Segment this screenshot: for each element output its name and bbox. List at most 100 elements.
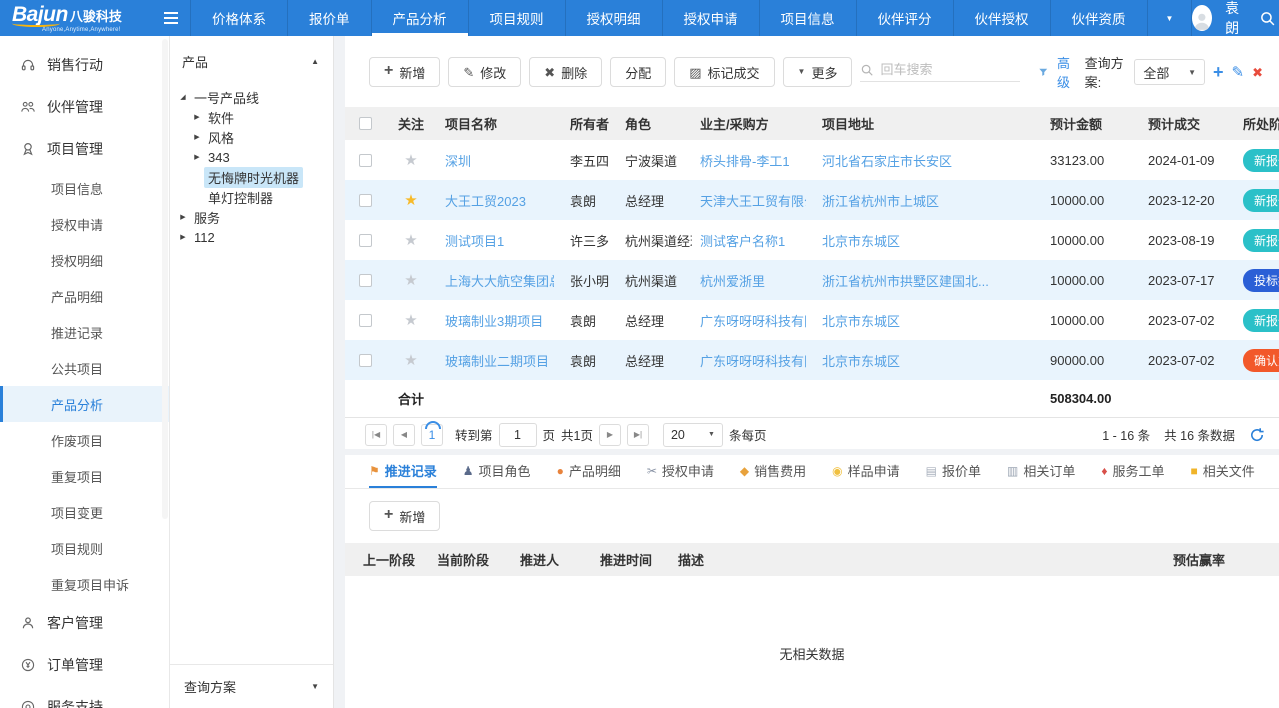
sidebar-group[interactable]: 销售行动 xyxy=(0,44,169,86)
tree-caret-icon[interactable]: ▶ xyxy=(176,213,190,221)
buyer-link[interactable]: 天津大王工贸有限公司 xyxy=(700,191,806,210)
tab-project-roles[interactable]: ♟项目角色 xyxy=(463,455,531,488)
sidebar-group[interactable]: 客户管理 xyxy=(0,602,169,644)
next-page-button[interactable]: ▶ xyxy=(599,424,621,446)
row-checkbox[interactable] xyxy=(359,194,372,207)
top-nav-item[interactable]: 授权明细 xyxy=(565,0,662,36)
project-name-link[interactable]: 玻璃制业二期项目 xyxy=(445,351,554,370)
column-header[interactable]: 所有者 xyxy=(562,114,617,133)
address-link[interactable]: 浙江省杭州市拱墅区建国北... xyxy=(822,271,1034,290)
prev-page-button[interactable]: ◀ xyxy=(393,424,415,446)
top-nav-item[interactable]: 伙伴资质 xyxy=(1050,0,1147,36)
tab-sales-expenses[interactable]: ◆销售费用 xyxy=(740,455,806,488)
tab-authorization-requests[interactable]: ✂授权申请 xyxy=(647,455,714,488)
buyer-link[interactable]: 广东呀呀呀科技有限... xyxy=(700,311,806,330)
sidebar-item[interactable]: 重复项目 xyxy=(0,458,169,494)
menu-toggle-icon[interactable] xyxy=(152,0,190,36)
top-nav-item[interactable]: 项目规则 xyxy=(468,0,565,36)
top-nav-item[interactable]: 伙伴授权 xyxy=(953,0,1050,36)
goto-page-input[interactable] xyxy=(499,423,537,447)
tree-caret-icon[interactable]: ▶ xyxy=(190,113,204,121)
user-avatar[interactable] xyxy=(1192,5,1212,31)
tab-quotations[interactable]: ▤报价单 xyxy=(926,455,981,488)
favorite-star-icon[interactable]: ★ xyxy=(404,233,417,248)
query-plan-footer[interactable]: 查询方案 ▼ xyxy=(170,664,333,708)
tab-progress-records[interactable]: ⚑推进记录 xyxy=(369,455,437,488)
top-nav-item[interactable]: 价格体系 xyxy=(190,0,287,36)
sidebar-item[interactable]: 作废项目 xyxy=(0,422,169,458)
tree-node[interactable]: ◢一号产品线 xyxy=(176,87,329,107)
sidebar-group[interactable]: 伙伴管理 xyxy=(0,86,169,128)
detail-add-button[interactable]: + 新增 xyxy=(369,501,440,531)
sidebar-item[interactable]: 公共项目 xyxy=(0,350,169,386)
assign-button[interactable]: 分配 xyxy=(610,57,666,87)
edit-plan-icon[interactable]: ✎ xyxy=(1232,65,1245,80)
current-page-button[interactable]: 1 xyxy=(421,424,443,446)
address-link[interactable]: 浙江省杭州市上城区 xyxy=(822,191,1034,210)
app-logo[interactable]: Bajun 八骏科技 Anyone,Anytime,Anywhere! xyxy=(0,0,152,36)
tree-caret-icon[interactable]: ▶ xyxy=(190,153,204,161)
sidebar-group[interactable]: 项目管理 xyxy=(0,128,169,170)
sidebar-item[interactable]: 重复项目申诉 xyxy=(0,566,169,602)
tree-node[interactable]: ▶风格 xyxy=(176,127,329,147)
row-checkbox[interactable] xyxy=(359,154,372,167)
table-row[interactable]: ★玻璃制业二期项目袁朗总经理广东呀呀呀科技有限...北京市东城区90000.00… xyxy=(345,340,1279,380)
last-page-button[interactable]: ▶| xyxy=(627,424,649,446)
add-button[interactable]: +新增 xyxy=(369,57,440,87)
tree-node[interactable]: ▶343 xyxy=(176,147,329,167)
table-row[interactable]: ★玻璃制业3期项目袁朗总经理广东呀呀呀科技有限...北京市东城区10000.00… xyxy=(345,300,1279,340)
tab-service-tickets[interactable]: ♦服务工单 xyxy=(1101,455,1164,488)
filter-funnel-icon[interactable] xyxy=(1038,65,1049,79)
nav-more-dropdown-icon[interactable]: ▼ xyxy=(1147,0,1193,36)
top-nav-item[interactable]: 授权申请 xyxy=(662,0,759,36)
row-checkbox[interactable] xyxy=(359,354,372,367)
buyer-link[interactable]: 广东呀呀呀科技有限... xyxy=(700,351,806,370)
row-checkbox[interactable] xyxy=(359,314,372,327)
table-row[interactable]: ★深圳李五四宁波渠道桥头排骨-李工1河北省石家庄市长安区33123.002024… xyxy=(345,140,1279,180)
address-link[interactable]: 北京市东城区 xyxy=(822,231,1034,250)
add-plan-icon[interactable]: + xyxy=(1213,63,1224,81)
tree-node[interactable]: ▶112 xyxy=(176,227,329,247)
table-row[interactable]: ★测试项目1许三多杭州渠道经理测试客户名称1北京市东城区10000.002023… xyxy=(345,220,1279,260)
query-plan-select[interactable]: 全部 ▼ xyxy=(1134,59,1205,85)
sidebar-group[interactable]: 服务支持 xyxy=(0,686,169,708)
favorite-star-icon[interactable]: ★ xyxy=(404,153,417,168)
row-checkbox[interactable] xyxy=(359,234,372,247)
sidebar-item[interactable]: 产品明细 xyxy=(0,278,169,314)
delete-plan-icon[interactable]: ✖ xyxy=(1252,66,1263,79)
tree-node[interactable]: ▶软件 xyxy=(176,107,329,127)
edit-button[interactable]: ✎修改 xyxy=(448,57,521,87)
first-page-button[interactable]: |◀ xyxy=(365,424,387,446)
tree-caret-icon[interactable]: ◢ xyxy=(176,93,190,101)
column-header[interactable]: 项目名称 xyxy=(437,114,562,133)
column-header[interactable]: 预计金额 xyxy=(1042,114,1140,133)
search-input[interactable] xyxy=(880,62,1020,77)
sidebar-item[interactable]: 授权明细 xyxy=(0,242,169,278)
top-nav-item[interactable]: 报价单 xyxy=(287,0,371,36)
sidebar-group[interactable]: 订单管理 xyxy=(0,644,169,686)
buyer-link[interactable]: 杭州爱浙里 xyxy=(700,271,806,290)
tree-node[interactable]: ▶服务 xyxy=(176,207,329,227)
column-header[interactable]: 所处阶段 xyxy=(1235,114,1279,133)
advanced-search-link[interactable]: 高级 xyxy=(1057,53,1077,91)
top-nav-item[interactable]: 产品分析 xyxy=(371,0,468,36)
tab-product-details[interactable]: ●产品明细 xyxy=(557,455,621,488)
address-link[interactable]: 北京市东城区 xyxy=(822,351,1034,370)
sidebar-item[interactable]: 产品分析 xyxy=(0,386,169,422)
address-link[interactable]: 北京市东城区 xyxy=(822,311,1034,330)
column-header[interactable]: 角色 xyxy=(617,114,692,133)
favorite-star-icon[interactable]: ★ xyxy=(404,273,417,288)
column-header[interactable]: 关注 xyxy=(385,114,437,133)
column-header[interactable]: 业主/采购方 xyxy=(692,114,814,133)
table-row[interactable]: ★上海大大航空集团总部大楼...张小明杭州渠道杭州爱浙里浙江省杭州市拱墅区建国北… xyxy=(345,260,1279,300)
sidebar-item[interactable]: 项目变更 xyxy=(0,494,169,530)
top-nav-item[interactable]: 伙伴评分 xyxy=(856,0,953,36)
mark-deal-button[interactable]: ▨标记成交 xyxy=(674,57,774,87)
top-nav-item[interactable]: 项目信息 xyxy=(759,0,856,36)
column-header[interactable]: 预计成交 xyxy=(1140,114,1235,133)
project-name-link[interactable]: 测试项目1 xyxy=(445,231,554,250)
tree-caret-icon[interactable]: ▶ xyxy=(190,133,204,141)
row-checkbox[interactable] xyxy=(359,274,372,287)
select-all-checkbox[interactable] xyxy=(359,117,372,130)
collapse-up-icon[interactable]: ▲ xyxy=(311,57,319,66)
